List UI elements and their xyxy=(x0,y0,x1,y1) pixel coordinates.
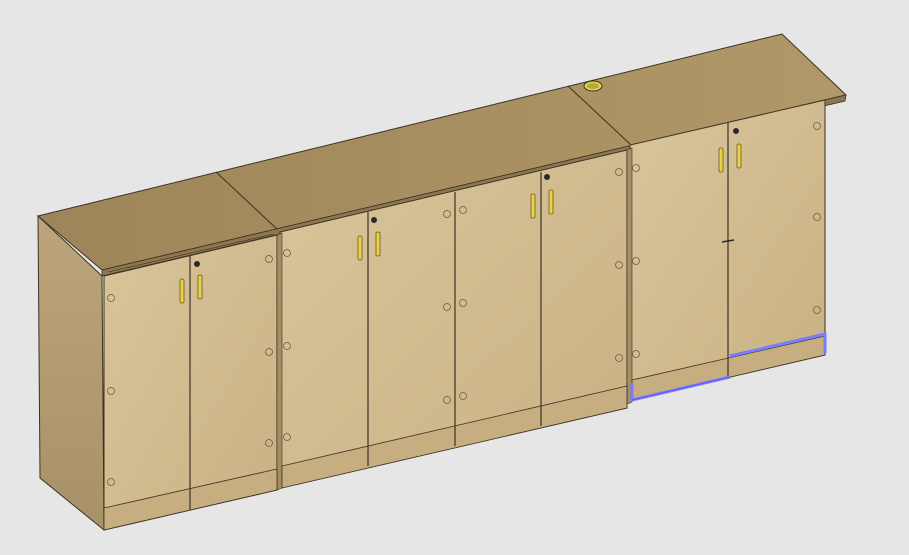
module-gap-1 xyxy=(276,232,283,491)
cad-viewport xyxy=(0,0,909,555)
module-gap-2 xyxy=(626,147,633,405)
grommet-icon xyxy=(583,80,603,92)
cabinet-render xyxy=(36,33,848,532)
